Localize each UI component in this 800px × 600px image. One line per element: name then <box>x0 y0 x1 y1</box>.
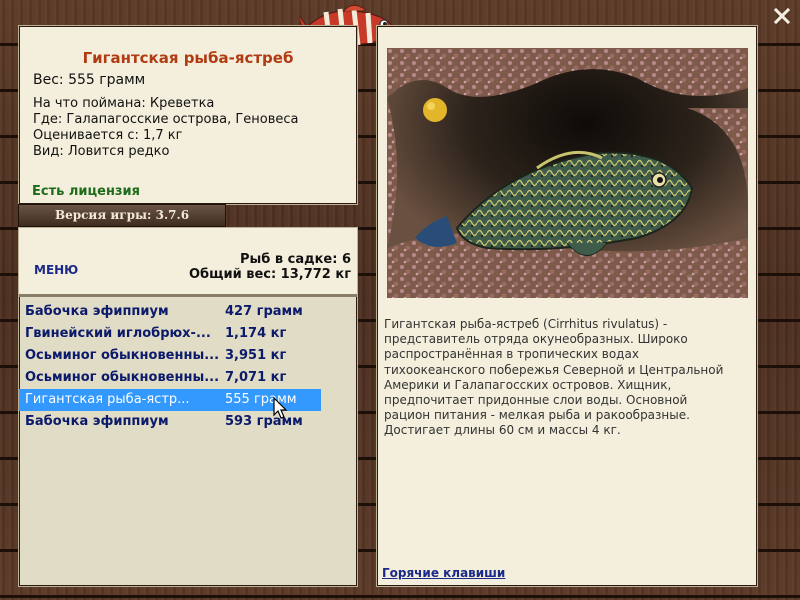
catch-row-name: Гигантская рыба-ястр... <box>25 392 190 407</box>
fish-detail-panel: © Гигантская рыба-ястреб (Cirrhitus rivu… <box>376 25 758 587</box>
menu-button[interactable]: МЕНЮ <box>34 263 78 277</box>
catch-header: МЕНЮ Рыб в садке: 6 Общий вес: 13,772 кг <box>19 228 357 297</box>
catch-row-weight: 427 грамм <box>225 304 303 319</box>
catch-row[interactable]: Осьминог обыкновенны... 3,951 кг <box>19 345 357 367</box>
fish-title: Гигантская рыба-ястреб <box>82 49 294 67</box>
catch-row-name: Бабочка эфиппиум <box>25 304 169 319</box>
net-fish-count: Рыб в садке: 6 <box>239 252 351 267</box>
catch-row-name: Осьминог обыкновенны... <box>25 348 220 363</box>
cursor-icon <box>273 397 288 419</box>
fish-weight: Вес: 555 грамм <box>33 72 146 88</box>
fish-location: Где: Галапагосские острова, Геновеса <box>33 112 299 127</box>
catch-row[interactable]: Осьминог обыкновенны... 7,071 кг <box>19 367 357 389</box>
fish-bait: На что поймана: Креветка <box>33 96 215 111</box>
catch-row-name: Осьминог обыкновенны... <box>25 370 220 385</box>
catch-list: Бабочка эфиппиум 427 грамм Гвинейский иг… <box>19 301 357 433</box>
catch-row-weight: 3,951 кг <box>225 348 287 363</box>
catch-row[interactable]: Гвинейский иглобрюх-... 1,174 кг <box>19 323 357 345</box>
catch-row[interactable]: Бабочка эфиппиум 427 грамм <box>19 301 357 323</box>
fish-info-panel: Гигантская рыба-ястреб Вес: 555 грамм На… <box>18 25 358 205</box>
svg-text:©: © <box>687 274 693 282</box>
fish-photo: © <box>387 48 748 298</box>
net-total-weight: Общий вес: 13,772 кг <box>188 267 351 282</box>
license-status: Есть лицензия <box>32 184 140 199</box>
fish-kind: Вид: Ловится редко <box>33 144 170 159</box>
version-badge: Версия игры: 3.7.6 <box>18 204 226 227</box>
catch-row[interactable]: Бабочка эфиппиум 593 грамм <box>19 411 357 433</box>
catch-panel: МЕНЮ Рыб в садке: 6 Общий вес: 13,772 кг… <box>18 227 358 587</box>
catch-row-weight: 7,071 кг <box>225 370 287 385</box>
fish-description: Гигантская рыба-ястреб (Cirrhitus rivula… <box>384 317 724 438</box>
close-icon[interactable] <box>774 8 790 24</box>
fish-estimated: Оценивается с: 1,7 кг <box>33 128 183 143</box>
catch-row-name: Гвинейский иглобрюх-... <box>25 326 211 341</box>
hotkeys-link[interactable]: Горячие клавиши <box>382 566 505 580</box>
catch-row-name: Бабочка эфиппиум <box>25 414 169 429</box>
catch-row-weight: 593 грамм <box>225 414 303 429</box>
catch-row-weight: 1,174 кг <box>225 326 287 341</box>
